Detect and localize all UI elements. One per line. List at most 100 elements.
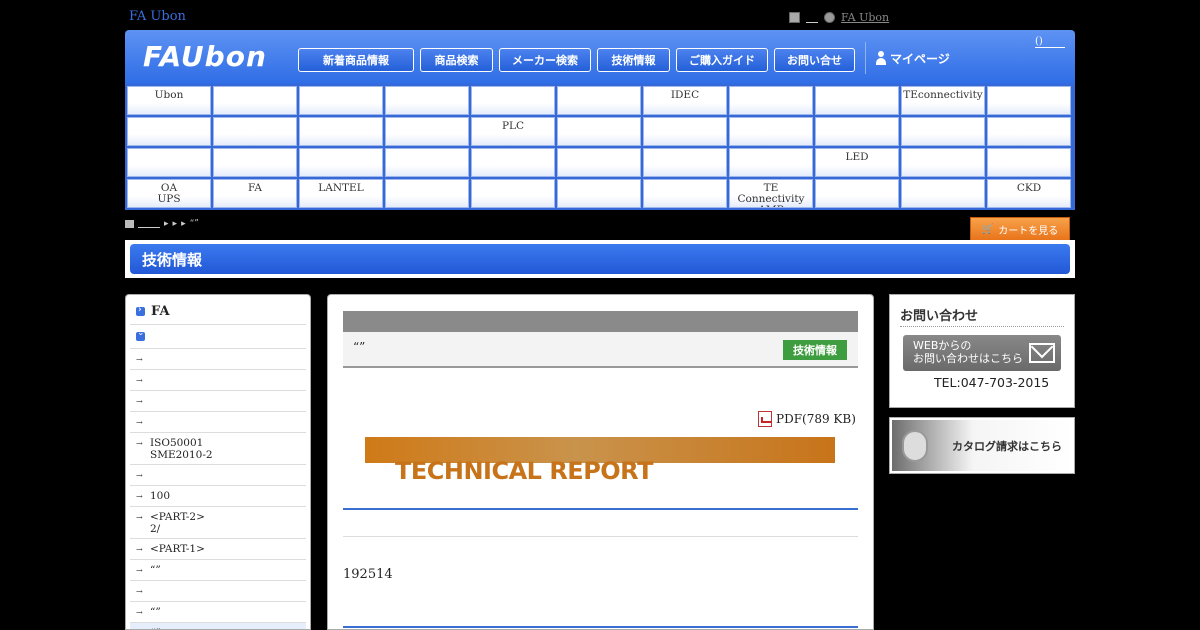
maker-cell[interactable] [127,117,211,146]
maker-cell[interactable]: LANTEL [299,179,383,208]
page-title-band: 技術情報 [125,240,1075,278]
maker-cell[interactable] [213,86,297,115]
sidebar-item[interactable]: → [130,370,306,391]
sidebar-item-label: “” [150,564,161,576]
sidebar-item[interactable]: → [130,581,306,602]
breadcrumb: ▸ ▸ ▸ “” [125,219,199,229]
view-cart-button[interactable]: 🛒 カートを見る [970,217,1070,241]
maker-cell[interactable]: PLC [471,117,555,146]
sidebar-item[interactable]: →“” [130,623,306,629]
maker-cell[interactable] [643,179,727,208]
maker-cell[interactable] [471,148,555,177]
breadcrumb-separator-icon: ▸ [172,219,178,229]
maker-cell[interactable] [815,117,899,146]
maker-cell[interactable] [385,179,469,208]
sidebar-item[interactable]: → [130,465,306,486]
maker-cell[interactable]: CKD [987,179,1071,208]
nav-technical-info[interactable]: 技術情報 [597,48,670,72]
arrow-icon: → [136,397,143,406]
web-contact-button[interactable]: WEBからの お問い合わせはこちら [903,335,1061,371]
arrow-icon: → [136,566,143,575]
maker-cell[interactable] [987,86,1071,115]
mail-icon [1029,343,1055,363]
maker-cell[interactable] [557,86,641,115]
pdf-label: PDF(789 KB) [776,412,856,426]
nav-purchase-guide[interactable]: ご購入ガイド [676,48,768,72]
maker-cell[interactable]: OA UPS [127,179,211,208]
sidebar-item[interactable]: → 100 [130,486,306,507]
catalog-request-banner[interactable]: カタログ請求はこちら [889,417,1075,474]
maker-cell[interactable] [127,148,211,177]
sidebar-item[interactable]: → [130,412,306,433]
maker-cell[interactable] [299,86,383,115]
article-top-bar [343,311,858,332]
maker-cell[interactable] [213,148,297,177]
arrow-icon: → [136,418,143,427]
sidebar-item[interactable]: → [130,391,306,412]
maker-cell[interactable]: LED [815,148,899,177]
building-icon [789,12,800,23]
maker-cell[interactable] [729,86,813,115]
maker-cell[interactable] [385,117,469,146]
top-site-link[interactable]: FA Ubon [841,11,889,24]
maker-cell[interactable] [729,117,813,146]
maker-cell[interactable]: TEconnectivity [901,86,985,115]
sidebar-heading-label: FA [151,304,170,319]
sidebar-item[interactable]: → “” [130,560,306,581]
nav-new-products[interactable]: 新着商品情報 [298,48,414,72]
maker-cell[interactable] [557,179,641,208]
maker-cell[interactable] [299,148,383,177]
maker-cell[interactable] [385,86,469,115]
sidebar-item[interactable]: → ISO50001 SME2010-2 [130,433,306,465]
sidebar-item-label: “” [150,606,161,618]
top-blank-link[interactable] [806,13,818,23]
top-right-links: FA Ubon [789,11,889,24]
maker-cell[interactable] [901,148,985,177]
maker-cell[interactable] [901,117,985,146]
maker-cell[interactable] [299,117,383,146]
breadcrumb-home-link[interactable] [138,220,160,228]
category-badge[interactable]: 技術情報 [783,340,847,360]
maker-cell[interactable] [987,117,1071,146]
arrow-right-icon [136,305,145,316]
maker-cell[interactable] [643,117,727,146]
arrow-icon: → [136,608,143,617]
maker-cell[interactable] [471,179,555,208]
sidebar-item[interactable]: → [130,349,306,370]
sidebar-list: → → → → → ISO50001 SME2010-2 → → 100 → <PART-2> 2/… [130,349,306,629]
arrow-icon: → [136,545,143,554]
nav-product-search[interactable]: 商品検索 [420,48,493,72]
main-nav: 新着商品情報 商品検索 メーカー検索 技術情報 ご購入ガイド お問い合せ [298,48,855,72]
breadcrumb-separator-icon: ▸ [164,219,169,229]
maker-cell[interactable]: TE Connectivity AMP [729,179,813,208]
sidebar-category-toggle[interactable] [130,325,306,349]
maker-cell[interactable]: Ubon [127,86,211,115]
sidebar-item-label: <PART-1> [150,543,205,555]
maker-cell[interactable] [557,148,641,177]
maker-cell[interactable] [557,117,641,146]
sidebar-item[interactable]: → <PART-1> [130,539,306,560]
maker-cell[interactable] [643,148,727,177]
maker-cell[interactable] [815,86,899,115]
cart-count-link[interactable]: () [1035,36,1065,48]
maker-cell[interactable] [987,148,1071,177]
pdf-download-link[interactable]: PDF(789 KB) [758,411,856,427]
site-name[interactable]: FA Ubon [129,9,186,24]
sidebar-item[interactable]: → <PART-2> 2/ [130,507,306,539]
maker-cell[interactable]: IDEC [643,86,727,115]
maker-cell[interactable] [729,148,813,177]
maker-cell[interactable] [471,86,555,115]
site-logo[interactable]: FAUbon [143,40,267,73]
nav-maker-search[interactable]: メーカー検索 [499,48,591,72]
maker-cell[interactable] [901,179,985,208]
main-content: “” 技術情報 PDF(789 KB) TECHNICAL REPORT 192… [327,294,874,630]
maker-cell[interactable] [213,117,297,146]
maker-cell[interactable] [385,148,469,177]
contact-title: お問い合わせ [900,309,979,324]
sidebar-heading[interactable]: FA [130,299,306,325]
mypage-link[interactable]: マイページ [865,42,950,74]
nav-contact[interactable]: お問い合せ [774,48,855,72]
maker-cell[interactable]: FA [213,179,297,208]
maker-cell[interactable] [815,179,899,208]
sidebar-item[interactable]: → “” [130,602,306,623]
